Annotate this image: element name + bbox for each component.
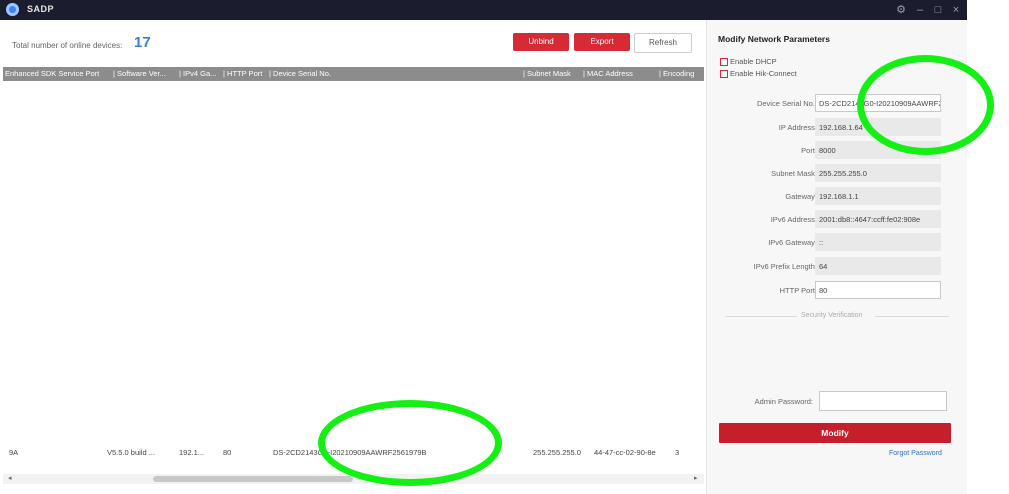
title-bar: SADP ⚙ – □ × [0,0,967,20]
close-icon[interactable]: × [948,2,964,18]
table-header: Enhanced SDK Service Port | Software Ver… [3,67,704,81]
table-cell: DS-2CD2143G0-I20210909AAWRF2561979B [273,448,427,457]
enable-hik-connect-label: Enable Hik-Connect [730,69,797,78]
export-button[interactable]: Export [574,33,630,51]
scrollbar-thumb[interactable] [153,476,353,482]
minimize-icon[interactable]: – [912,2,928,18]
ip-address-field[interactable]: 192.168.1.64 [815,118,941,136]
admin-password-label: Admin Password: [754,397,813,406]
subnet-mask-label: Subnet Mask: [771,169,817,178]
gateway-label: Gateway: [785,192,817,201]
enable-dhcp-checkbox[interactable]: Enable DHCP [720,57,777,67]
gateway-field[interactable]: 192.168.1.1 [815,187,941,205]
unbind-button[interactable]: Unbind [513,33,569,51]
device-count-label: Total number of online devices: [12,41,123,50]
http-port-label: HTTP Port: [779,286,817,295]
checkbox-icon[interactable] [720,70,728,79]
table-cell: 3 [675,448,680,457]
admin-password-field[interactable] [819,391,947,411]
column-header[interactable]: Enhanced SDK Service Port [5,69,110,78]
ipv6-prefix-label: IPv6 Prefix Length: [753,262,817,271]
column-header[interactable]: | HTTP Port [223,69,267,78]
refresh-button[interactable]: Refresh [634,33,692,53]
column-header[interactable]: | Device Serial No. [269,69,519,78]
ipv6-address-field[interactable]: 2001:db8::4647:ccff:fe02:908e [815,210,941,228]
app-title: SADP [27,4,55,14]
horizontal-scrollbar[interactable]: ◂ ▸ [3,474,704,484]
checkbox-icon[interactable] [720,58,728,67]
column-header[interactable]: | Encoding [659,69,704,78]
ipv6-gateway-label: IPv6 Gateway: [768,238,817,247]
column-header[interactable]: | MAC Address [583,69,657,78]
table-cell: 192.1... [179,448,205,457]
table-cell: 255.255.255.0 [533,448,581,457]
device-list-area: Total number of online devices: 17 Unbin… [0,20,705,494]
port-field[interactable]: 8000 [815,141,941,159]
scroll-left-icon[interactable]: ◂ [8,474,12,484]
scroll-right-icon[interactable]: ▸ [694,474,698,484]
maximize-icon[interactable]: □ [930,2,946,18]
divider-line [875,316,949,317]
device-serial-label: Device Serial No.: [756,99,817,108]
table-row[interactable]: 9A V5.5.0 build ... 192.1... 80 DS-2CD21… [3,444,704,460]
table-cell: 44-47-cc-02-90-8e [594,448,656,457]
modify-network-panel: Modify Network Parameters Enable DHCP En… [707,20,967,494]
http-port-field[interactable]: 80 [815,281,941,299]
forgot-password-link[interactable]: Forgot Password [889,450,942,457]
enable-hik-connect-checkbox[interactable]: Enable Hik-Connect [720,69,797,79]
modify-button[interactable]: Modify [719,423,951,443]
ip-address-label: IP Address: [778,123,817,132]
device-count-value: 17 [134,34,151,51]
column-header[interactable]: | Subnet Mask [523,69,579,78]
panel-title: Modify Network Parameters [718,34,830,44]
subnet-mask-field[interactable]: 255.255.255.0 [815,164,941,182]
table-cell: 9A [9,448,19,457]
divider-line [725,316,797,317]
settings-icon[interactable]: ⚙ [893,2,909,18]
enable-dhcp-label: Enable DHCP [730,57,777,66]
table-cell: 80 [223,448,232,457]
column-header[interactable]: | IPv4 Ga... [179,69,221,78]
app-logo-icon [6,3,19,16]
ipv6-address-label: IPv6 Address: [770,215,817,224]
column-header[interactable]: | Software Ver... [113,69,177,78]
ipv6-gateway-field[interactable]: :: [815,233,941,251]
device-serial-field[interactable]: DS-2CD2143G0-I20210909AAWRF2561979B [815,94,941,112]
table-cell: V5.5.0 build ... [107,448,155,457]
ipv6-prefix-field[interactable]: 64 [815,257,941,275]
security-verification-label: Security Verification [801,312,863,319]
